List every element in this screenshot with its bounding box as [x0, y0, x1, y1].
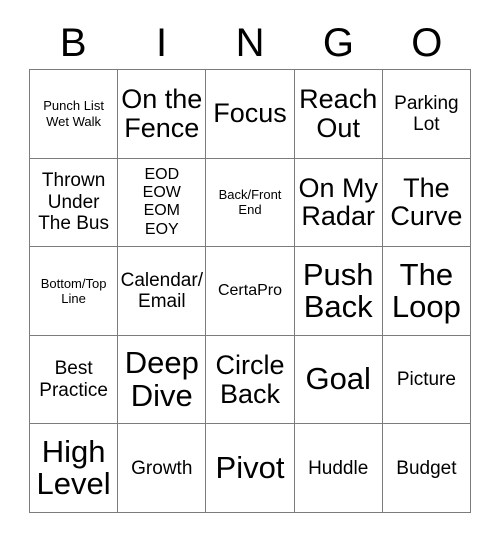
bingo-cell-r4c1[interactable]: Best Practice: [30, 335, 119, 425]
bingo-cell-label: Parking Lot: [394, 92, 459, 135]
bingo-grid: Punch List Wet Walk On the Fence Focus Reac…: [29, 69, 471, 513]
bingo-cell-label: Push Back: [302, 256, 374, 324]
bingo-cell-label: Best Practice: [39, 358, 108, 401]
bingo-cell-r5c5[interactable]: Budget: [382, 424, 471, 513]
bingo-cell-label: Goal: [305, 361, 371, 397]
bingo-cell-r2c2[interactable]: EOD EOW EOM EOY: [118, 158, 207, 248]
bingo-cell-r3c1[interactable]: Bottom/Top Line: [30, 247, 119, 336]
bingo-header-letter-b: B: [59, 21, 87, 65]
bingo-cell-r4c5[interactable]: Picture: [382, 335, 471, 425]
bingo-cell-label: Calendar/ Email: [120, 269, 203, 312]
bingo-cell-label: Picture: [396, 368, 456, 390]
bingo-cell-r1c3[interactable]: Focus: [206, 70, 295, 159]
bingo-cell-r4c4[interactable]: Goal: [294, 335, 383, 425]
bingo-header: B I N G O: [29, 18, 471, 68]
bingo-cell-label: Budget: [396, 457, 457, 479]
bingo-cell-label: Punch List Wet Walk: [43, 98, 104, 129]
bingo-cell-r1c2[interactable]: On the Fence: [118, 70, 207, 159]
bingo-cell-r2c5[interactable]: The Curve: [382, 158, 471, 248]
bingo-cell-label: The Loop: [391, 256, 461, 324]
bingo-card: B I N G O Punch List Wet Walk On the Fenc…: [0, 0, 500, 544]
bingo-cell-r5c1[interactable]: High Level: [30, 424, 119, 513]
bingo-cell-label: On the Fence: [121, 84, 203, 143]
bingo-cell-label: Circle Back: [215, 349, 285, 409]
bingo-cell-r1c5[interactable]: Parking Lot: [382, 70, 471, 159]
bingo-cell-r2c3[interactable]: Back/Front End: [206, 158, 295, 248]
bingo-cell-r5c4[interactable]: Huddle: [294, 424, 383, 513]
bingo-cell-label: Pivot: [215, 450, 285, 486]
bingo-cell-r3c3[interactable]: CertaPro: [206, 247, 295, 336]
bingo-cell-r5c2[interactable]: Growth: [118, 424, 207, 513]
bingo-cell-r3c5[interactable]: The Loop: [382, 247, 471, 336]
bingo-cell-r3c2[interactable]: Calendar/ Email: [118, 247, 207, 336]
bingo-cell-label: Deep Dive: [124, 345, 199, 413]
bingo-cell-r5c3[interactable]: Pivot: [206, 424, 295, 513]
bingo-header-letter-i: I: [156, 21, 168, 65]
bingo-cell-label: On My Radar: [298, 172, 378, 232]
bingo-cell-r2c1[interactable]: Thrown Under The Bus: [30, 158, 119, 248]
bingo-cell-r1c1[interactable]: Punch List Wet Walk: [30, 70, 119, 159]
bingo-header-letter-o: O: [411, 21, 443, 65]
bingo-cell-r2c4[interactable]: On My Radar: [294, 158, 383, 248]
bingo-cell-label: Focus: [213, 98, 287, 129]
bingo-cell-label: The Curve: [390, 172, 463, 232]
bingo-cell-label: High Level: [36, 433, 111, 502]
bingo-cell-r4c2[interactable]: Deep Dive: [118, 335, 207, 425]
bingo-cell-r1c4[interactable]: Reach Out: [294, 70, 383, 159]
bingo-header-letter-n: N: [235, 21, 265, 65]
bingo-cell-label: Bottom/Top Line: [40, 275, 107, 306]
bingo-cell-label: Huddle: [308, 457, 369, 479]
bingo-cell-label: CertaPro: [217, 281, 282, 299]
bingo-cell-label: EOD EOW EOM EOY: [142, 165, 181, 238]
bingo-cell-label: Reach Out: [299, 84, 378, 143]
bingo-cell-label: Back/Front End: [218, 187, 282, 218]
bingo-header-letter-g: G: [322, 21, 354, 65]
bingo-cell-label: Thrown Under The Bus: [38, 170, 109, 235]
bingo-cell-label: Growth: [131, 457, 193, 479]
bingo-cell-r3c4[interactable]: Push Back: [294, 247, 383, 336]
bingo-cell-r4c3[interactable]: Circle Back: [206, 335, 295, 425]
